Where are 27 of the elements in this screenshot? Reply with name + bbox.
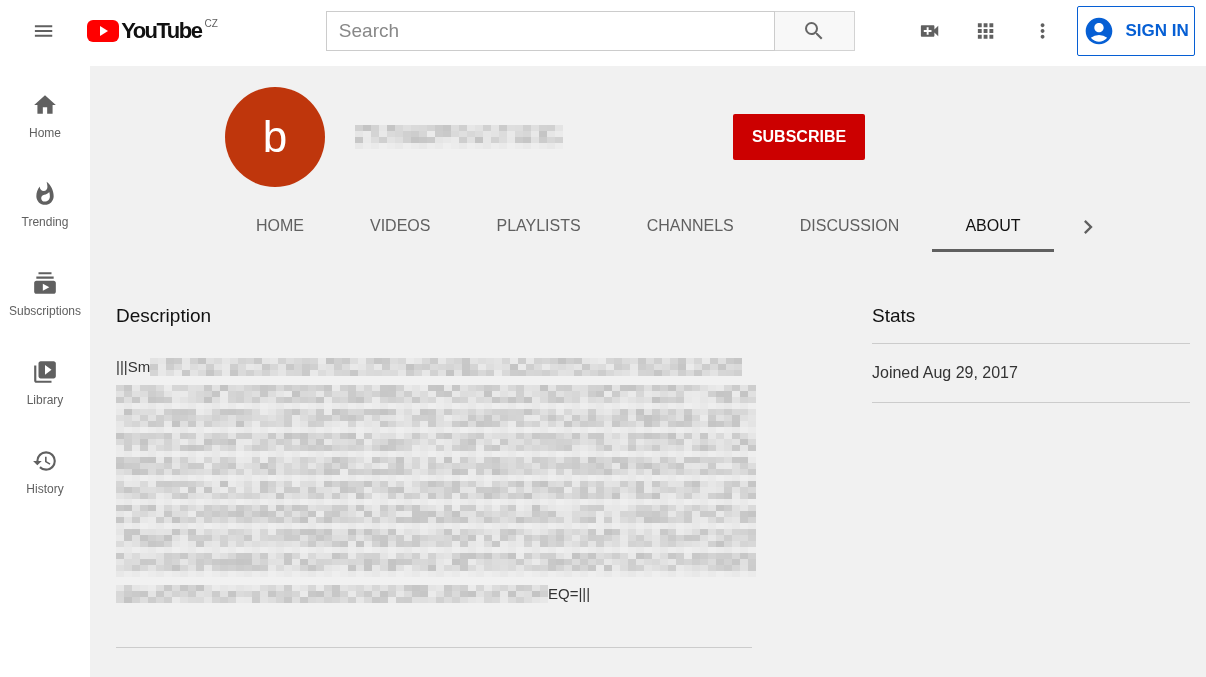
subscriptions-icon [32,270,58,296]
sidebar-item[interactable]: Subscriptions [0,270,90,320]
channel-tab[interactable]: DISCUSSION [766,202,933,252]
channel-tab[interactable]: HOME [223,202,337,252]
description-heading: Description [116,304,213,326]
sidebar-item[interactable]: Trending [0,181,90,231]
search-field[interactable]: Search [325,11,775,51]
stats-heading: Stats [872,304,917,326]
country-code: CZ [204,19,218,29]
search-button[interactable] [774,11,855,51]
channel-tab[interactable]: VIDEOS [337,202,464,252]
logo-text[interactable]: YouTube [121,19,202,43]
channel-avatar: b [225,87,325,187]
description-text: EQ=||| [548,583,591,604]
joined-date: Joined Aug 29, 2017 [872,363,1019,383]
subscribe-button[interactable]: SUBSCRIBE [733,114,865,160]
sidebar-item[interactable]: History [0,448,90,498]
sidebar-item[interactable]: Home [0,92,90,142]
play-logo-icon [87,20,120,42]
history-icon [32,448,58,474]
library-icon [32,359,58,385]
channel-tab[interactable]: ABOUT [932,202,1054,252]
sign-in-button[interactable]: SIGN IN [1077,6,1195,56]
channel-tab[interactable]: PLAYLISTS [463,202,614,252]
channel-tab[interactable]: CHANNELS [613,202,767,252]
sidebar-item[interactable]: Library [0,359,90,409]
description-text: |||Sm [116,357,151,377]
